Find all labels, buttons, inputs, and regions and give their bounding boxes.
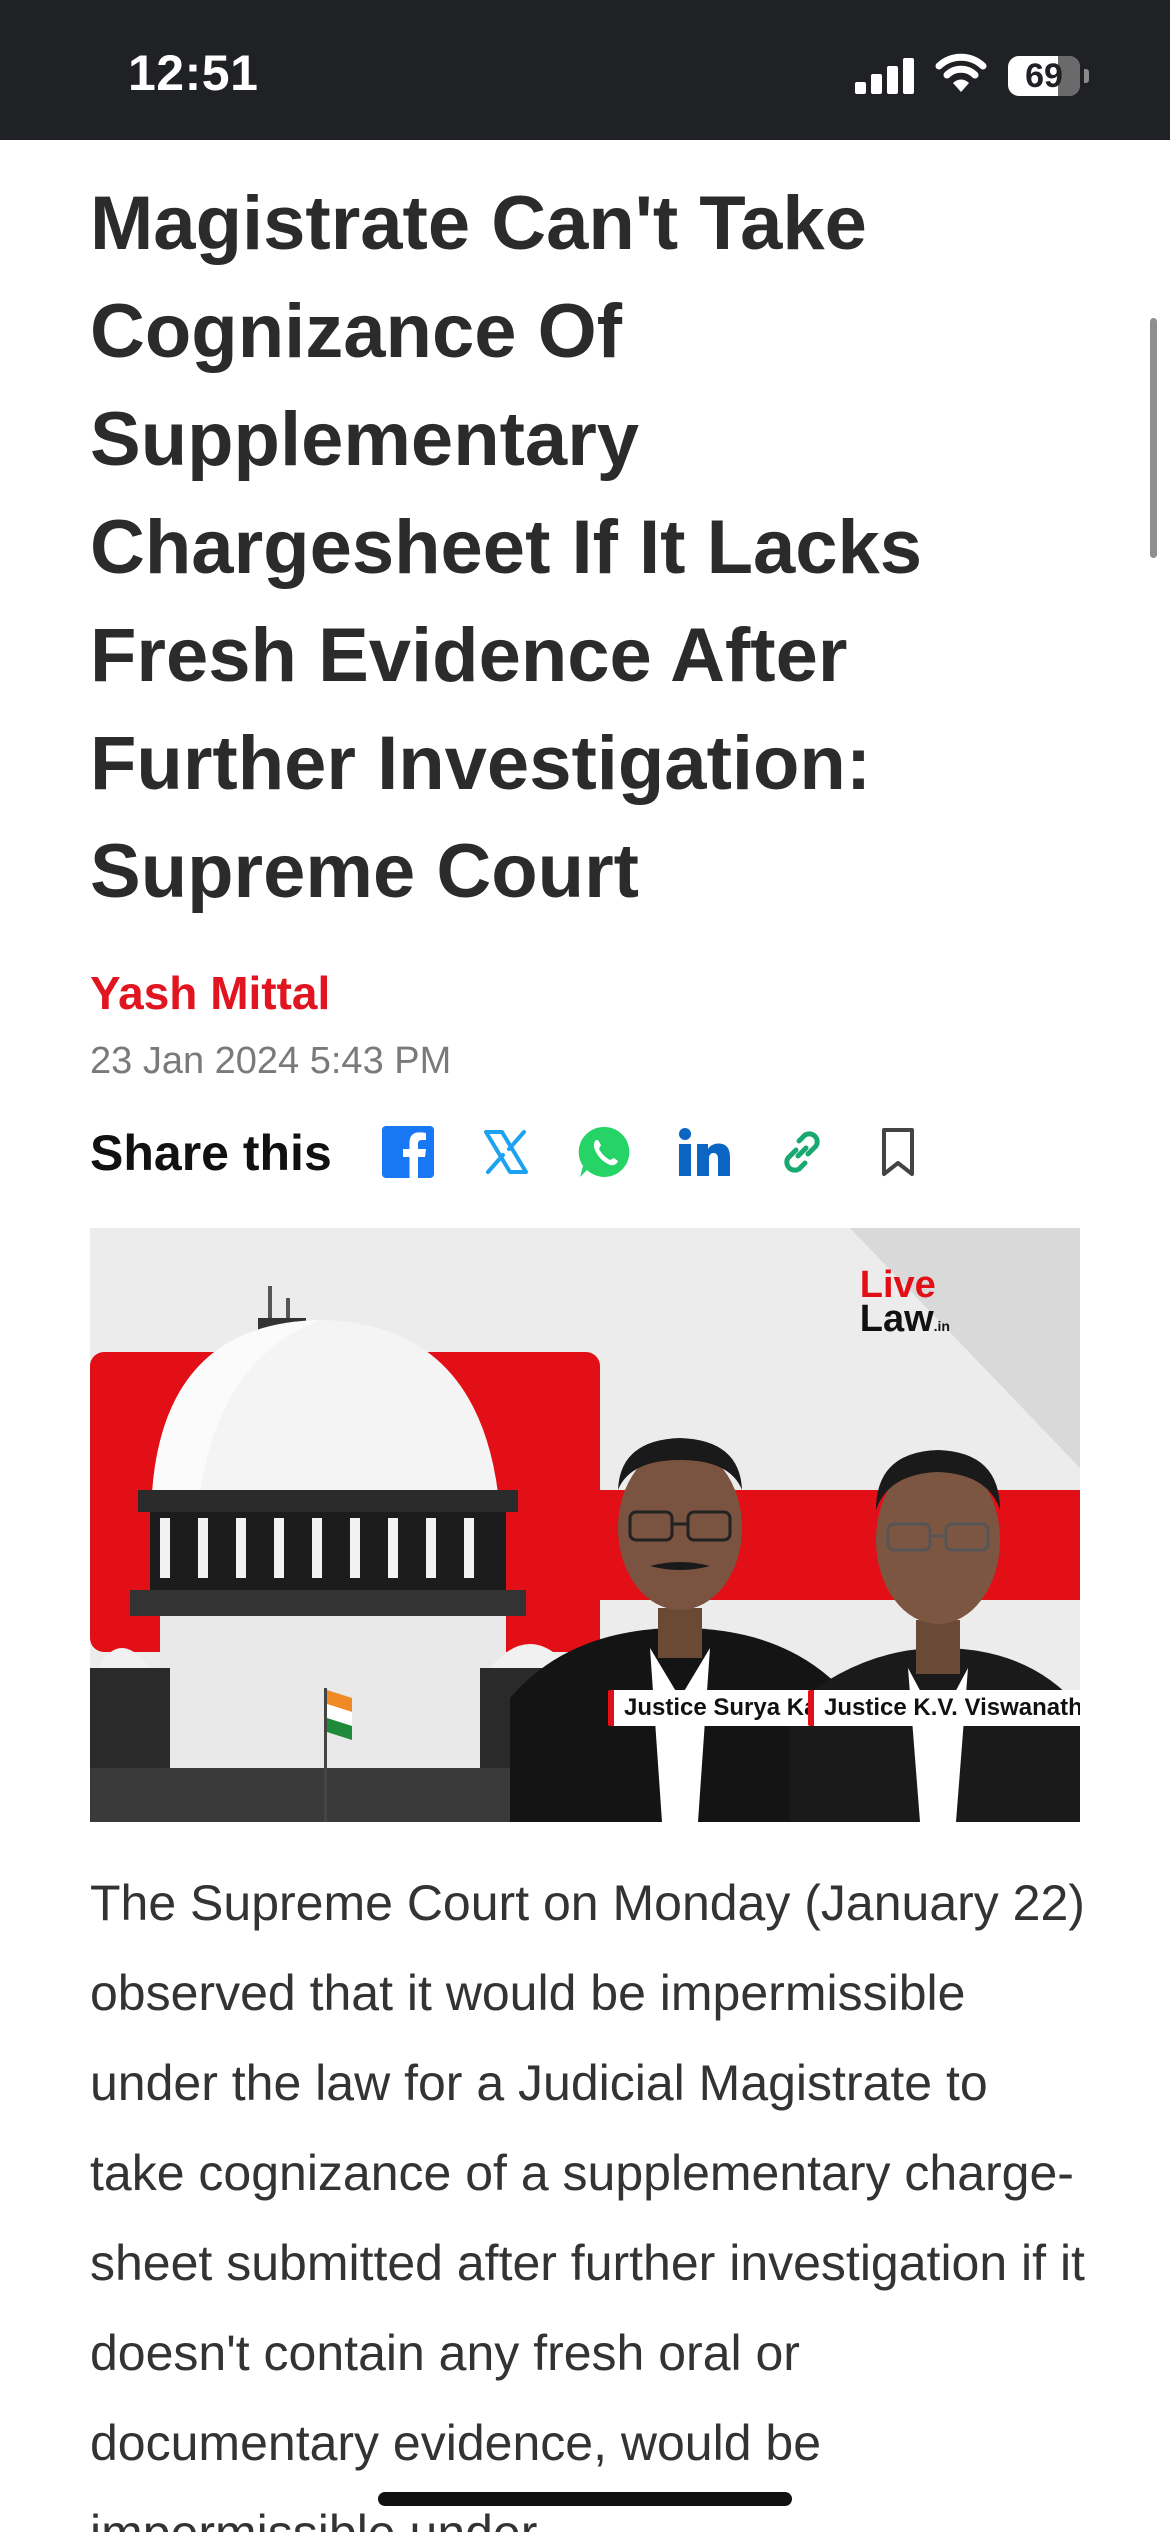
publish-date: 23 Jan 2024 5:43 PM bbox=[90, 1040, 452, 1082]
wifi-icon bbox=[935, 53, 987, 92]
bookmark-icon[interactable] bbox=[868, 1122, 928, 1182]
home-indicator[interactable] bbox=[378, 2492, 792, 2506]
battery-icon: 69 bbox=[1008, 56, 1090, 98]
status-bar: 12:51 69 bbox=[0, 0, 1170, 140]
hero-image: Live Law.in Justice Surya Kant Justice K… bbox=[90, 1228, 1080, 1822]
cellular-signal-icon bbox=[855, 58, 915, 94]
judge-2-label: Justice K.V. Viswanathan bbox=[808, 1690, 1080, 1726]
facebook-icon[interactable] bbox=[378, 1122, 438, 1182]
linkedin-icon[interactable] bbox=[674, 1122, 734, 1182]
battery-level: 69 bbox=[1025, 57, 1063, 95]
x-icon[interactable] bbox=[476, 1122, 536, 1182]
article-headline: Magistrate Can't Take Cognizance Of Supp… bbox=[90, 181, 923, 914]
whatsapp-icon[interactable] bbox=[574, 1122, 634, 1182]
share-label: Share this bbox=[90, 1125, 332, 1181]
article-body: The Supreme Court on Monday (January 22)… bbox=[90, 1875, 1085, 2532]
status-time: 12:51 bbox=[128, 45, 259, 101]
livelaw-logo: Live Law.in bbox=[859, 1264, 950, 1340]
author-link[interactable]: Yash Mittal bbox=[90, 966, 330, 1020]
copy-link-icon[interactable] bbox=[772, 1122, 832, 1182]
scroll-indicator[interactable] bbox=[1150, 318, 1157, 558]
share-row: Share this bbox=[90, 1118, 1090, 1188]
article-screen: 12:51 69 Magistrate Can't Take Cognizanc… bbox=[0, 0, 1170, 2532]
